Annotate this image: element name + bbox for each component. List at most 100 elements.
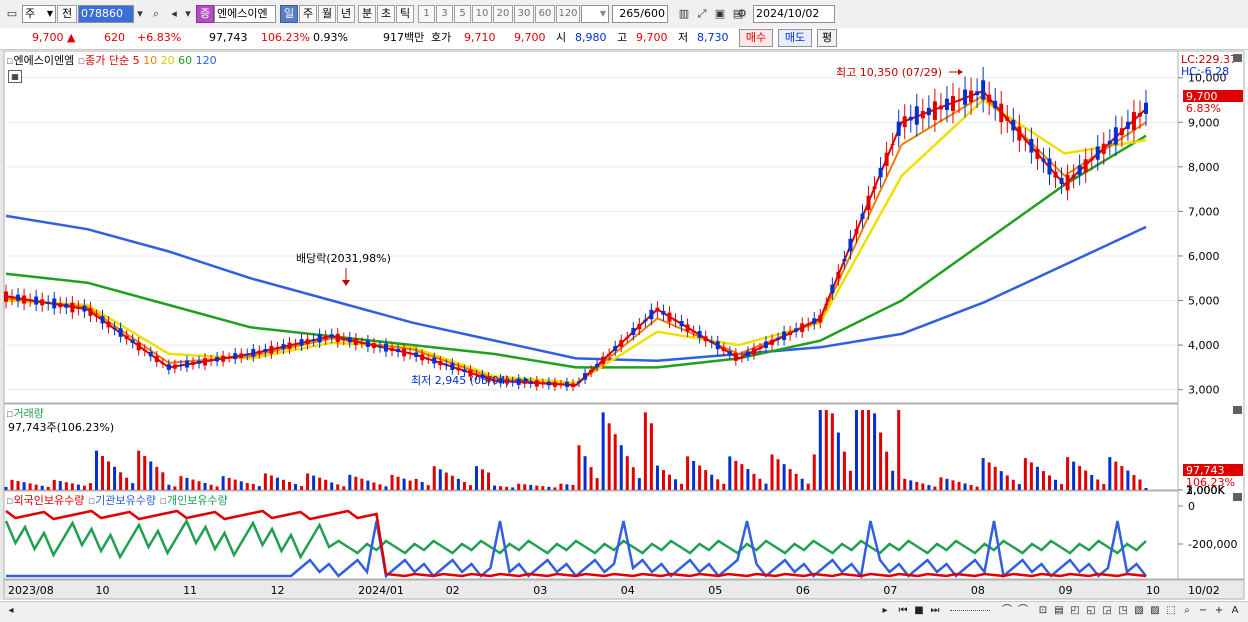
interval-button[interactable]: 5 xyxy=(454,5,471,23)
volume-bar xyxy=(239,481,243,490)
chevron-down-icon[interactable]: ▾ xyxy=(180,5,196,23)
volume-bar xyxy=(800,478,804,490)
candle-icon[interactable]: ▥ xyxy=(676,5,692,23)
interval-button[interactable]: 20 xyxy=(493,5,513,23)
legend-individual: 개인보유수량 xyxy=(166,494,228,507)
tool-icon[interactable]: ◳ xyxy=(1116,604,1130,618)
buy-button[interactable]: 매수 xyxy=(739,29,773,47)
tab-day[interactable]: 일 xyxy=(280,5,298,23)
tool-icon[interactable]: ◲ xyxy=(1100,604,1114,618)
tab-year[interactable]: 년 xyxy=(337,5,355,23)
volume-bar xyxy=(197,481,201,490)
tool-icon[interactable]: ⌒ xyxy=(1000,604,1014,618)
candle-body xyxy=(764,341,768,348)
date-label: 05 xyxy=(708,584,722,597)
candle-body xyxy=(251,349,256,357)
candle-body xyxy=(619,340,624,347)
stock-chart[interactable]: 10,0009,0008,0007,0006,0005,0004,0003,00… xyxy=(0,50,1248,601)
volume-bar xyxy=(963,483,967,490)
candle-body xyxy=(1077,165,1082,175)
close-icon[interactable] xyxy=(1233,406,1242,414)
window-icon[interactable]: ▭ xyxy=(4,5,20,23)
candle-body xyxy=(902,116,907,128)
interval-button[interactable]: 60 xyxy=(535,5,555,23)
stock-name-field[interactable]: 엔에스이엔 xyxy=(214,5,276,23)
candle-body xyxy=(190,362,195,365)
volume-bar xyxy=(686,456,690,490)
interval-button[interactable]: 30 xyxy=(514,5,534,23)
candle-body xyxy=(257,350,262,354)
tab-month[interactable]: 월 xyxy=(318,5,336,23)
interval-button[interactable]: 120 xyxy=(556,5,580,23)
interval-button[interactable]: 3 xyxy=(436,5,453,23)
tool-icon[interactable]: ⌒ xyxy=(1016,604,1030,618)
tool-icon[interactable]: ▧ xyxy=(1132,604,1146,618)
volume-bar xyxy=(619,445,623,490)
legend-ma120: 120 xyxy=(195,54,217,67)
scroll-left-icon[interactable]: ◂ xyxy=(4,604,18,618)
volume-bar xyxy=(402,478,406,490)
volume-bar xyxy=(1072,461,1076,490)
tab-minute[interactable]: 분 xyxy=(358,5,376,23)
candle-body xyxy=(456,367,461,371)
candle-body xyxy=(570,383,575,388)
sell-button[interactable]: 매도 xyxy=(778,29,812,47)
volume-bar xyxy=(64,482,68,490)
candle-body xyxy=(1137,112,1142,117)
volume-bar xyxy=(269,475,273,490)
last-icon[interactable]: ⏭ xyxy=(928,604,942,618)
stop-icon[interactable]: ■ xyxy=(912,604,926,618)
search-icon[interactable]: ⌕ xyxy=(1180,604,1194,618)
count-field[interactable]: 265/600 xyxy=(612,5,668,23)
save-icon[interactable]: ▣ xyxy=(712,5,728,23)
tab-second[interactable]: 초 xyxy=(377,5,395,23)
volume-bar xyxy=(10,479,14,490)
first-icon[interactable]: ⏮ xyxy=(896,604,910,618)
custom-interval-input[interactable]: ▼ xyxy=(581,5,609,23)
calendar-icon[interactable]: ▦ xyxy=(8,70,22,83)
scroll-bar[interactable]: ◂ ▸ ⏮ ■ ⏭ ⌒ ⌒ ⊡ ▤ ◰ ◱ ◲ ◳ ▧ ▨ ⬚ ⌕ − + A xyxy=(0,601,1248,622)
search-icon[interactable]: ⌕ xyxy=(148,5,164,23)
font-icon[interactable]: A xyxy=(1228,604,1242,618)
interval-button[interactable]: 10 xyxy=(472,5,492,23)
close-icon[interactable] xyxy=(1233,493,1242,501)
tool-icon[interactable]: ▤ xyxy=(1052,604,1066,618)
tool-icon[interactable]: ◰ xyxy=(1068,604,1082,618)
code-input[interactable]: 078860 xyxy=(78,5,134,23)
legend-ma10: 10 xyxy=(143,54,158,67)
tool-icon[interactable]: ⬚ xyxy=(1164,604,1178,618)
eval-button[interactable]: 평 xyxy=(817,29,837,47)
plus-icon[interactable]: + xyxy=(1212,604,1226,618)
tab-tick[interactable]: 틱 xyxy=(396,5,414,23)
minus-icon[interactable]: − xyxy=(1196,604,1210,618)
chevron-down-icon[interactable]: ▾ xyxy=(132,5,148,23)
holding-tick-label: 0 xyxy=(1188,500,1195,513)
chevron-down-icon: ▼ xyxy=(46,9,53,18)
draw-icon[interactable]: ⤢ xyxy=(694,5,710,23)
scroll-right-icon[interactable]: ▸ xyxy=(878,604,892,618)
tool-icon[interactable]: ▨ xyxy=(1148,604,1162,618)
tab-week[interactable]: 주 xyxy=(299,5,317,23)
volume-bar xyxy=(227,477,231,490)
volume-bar xyxy=(915,481,919,490)
volume-bar xyxy=(854,410,858,490)
candle-body xyxy=(824,303,829,305)
volume-bar xyxy=(179,476,183,490)
settings-gear-icon[interactable]: ⚙ xyxy=(734,5,750,23)
prev-button[interactable]: 전 xyxy=(57,5,77,23)
close-icon[interactable] xyxy=(1233,54,1242,62)
candle-body xyxy=(317,334,322,343)
period-select[interactable]: 주 ▼ xyxy=(22,5,56,23)
volume-bar xyxy=(28,483,32,490)
candle-body xyxy=(384,343,388,352)
volume-bar xyxy=(897,410,901,490)
volume-bar xyxy=(287,481,291,490)
volume-bar xyxy=(82,485,86,490)
volume-bar xyxy=(565,484,569,490)
tool-icon[interactable]: ⊡ xyxy=(1036,604,1050,618)
date-input[interactable]: 2024/10/02 xyxy=(753,5,835,23)
tool-icon[interactable]: ◱ xyxy=(1084,604,1098,618)
zoom-slider[interactable] xyxy=(950,610,990,612)
interval-button[interactable]: 1 xyxy=(418,5,435,23)
candle-body xyxy=(914,106,919,125)
